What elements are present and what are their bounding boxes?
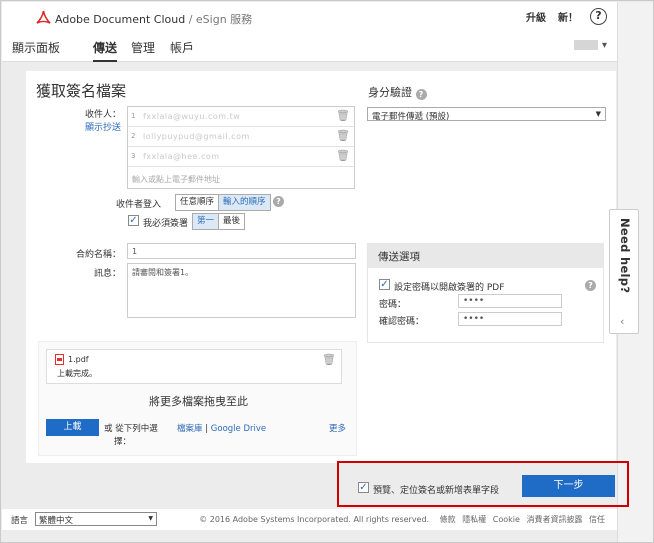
library-link[interactable]: 檔案庫 <box>177 424 203 434</box>
tab-manage[interactable]: 管理 <box>131 39 155 56</box>
send-options-panel: 傳送選項 ✓ 設定密碼以開啟簽署的 PDF ? 密碼： •••• 確認密碼： •… <box>367 243 604 343</box>
upgrade-link[interactable]: 升級 <box>526 9 546 24</box>
or-select-text: 或 從下列中選 <box>104 424 158 434</box>
recipient-row[interactable]: 3 fxxlala@hee.com 🗑 <box>128 147 354 167</box>
footer: 語言 繁體中文 ▼ © 2016 Adobe Systems Incorpora… <box>2 509 617 530</box>
language-value: 繁體中文 <box>39 516 74 526</box>
chevron-down-icon: ▾ <box>601 40 607 51</box>
trash-icon[interactable]: 🗑 <box>336 109 350 122</box>
file-name: 1.pdf <box>68 355 89 364</box>
need-help-tab[interactable]: Need help? ‹ <box>609 209 639 334</box>
chevron-left-icon[interactable]: ‹ <box>620 315 624 328</box>
or-select-text-2: 擇： <box>114 437 132 447</box>
i-must-sign-label: 我必須簽署 <box>143 219 189 229</box>
confirm-password-field[interactable]: •••• <box>458 312 562 326</box>
question-icon[interactable]: ? <box>273 196 284 207</box>
language-select[interactable]: 繁體中文 ▼ <box>35 512 157 526</box>
show-cc-link[interactable]: 顯示抄送 <box>66 120 121 133</box>
recipient-number: 1 <box>131 112 136 120</box>
signing-order-label: 收件者登入 <box>116 200 162 210</box>
tab-dashboard[interactable]: 顯示面板 <box>12 39 60 56</box>
tab-send[interactable]: 傳送 <box>93 39 117 56</box>
whats-new-link[interactable]: 新！ <box>558 9 578 24</box>
next-button[interactable]: 下一步 <box>522 475 615 497</box>
question-icon[interactable]: ? <box>585 280 596 291</box>
terms-link[interactable]: 條款 <box>440 515 456 524</box>
recipient-email[interactable]: fxxlala@wuyu.com.tw <box>143 112 240 121</box>
recipient-number: 3 <box>131 152 136 160</box>
auth-title-text: 身分驗證 <box>368 86 412 99</box>
title-separator: / <box>185 13 196 26</box>
trash-icon[interactable]: 🗑 <box>336 129 350 142</box>
help-icon[interactable]: ? <box>590 8 607 25</box>
tab-account[interactable]: 帳戶 <box>170 39 194 56</box>
message-label: 訊息： <box>93 269 121 279</box>
send-options-title: 傳送選項 <box>368 244 603 268</box>
source-links: 檔案庫 | Google Drive <box>177 422 266 434</box>
sign-position-toggle: 第一 最後 <box>192 213 246 230</box>
auth-method-select[interactable]: 電子郵件傳遞 (預設) ▼ <box>367 107 606 122</box>
privacy-link[interactable]: 隱私權 <box>462 515 486 524</box>
preview-checkbox[interactable]: ✓ <box>358 482 369 493</box>
drag-drop-text: 將更多檔案拖曳至此 <box>149 395 248 408</box>
app-window: Adobe Document Cloud / eSign 服務 升級 新！ ? … <box>0 0 654 543</box>
chevron-down-icon: ▼ <box>595 110 601 118</box>
upload-button[interactable]: 上載 <box>46 419 99 436</box>
consumer-disclosure-link[interactable]: 消費者資訊披露 <box>526 515 582 524</box>
trust-link[interactable]: 信任 <box>589 515 605 524</box>
sign-last-button[interactable]: 最後 <box>218 214 244 229</box>
recipients-label: 收件人： <box>84 110 121 120</box>
agreement-name-field[interactable]: 1 <box>127 243 356 259</box>
cookie-link[interactable]: Cookie <box>493 515 520 524</box>
password-label: 密碼： <box>379 300 407 310</box>
order-any-button[interactable]: 任意順序 <box>176 195 218 210</box>
google-drive-link[interactable]: Google Drive <box>211 424 266 434</box>
nav-bar: 顯示面板 傳送 管理 帳戶 ▾ <box>2 32 617 62</box>
app-title: Adobe Document Cloud / eSign 服務 <box>55 11 252 27</box>
upload-status: 上載完成。 <box>57 369 97 378</box>
file-upload-area[interactable]: 1.pdf 上載完成。 🗑 將更多檔案拖曳至此 上載 或 從下列中選 擇： 檔案… <box>38 341 357 456</box>
password-field[interactable]: •••• <box>458 294 562 308</box>
confirm-password-label: 確認密碼： <box>379 317 425 327</box>
footer-links: © 2016 Adobe Systems Incorporated. All r… <box>195 514 605 525</box>
signing-order-toggle: 任意順序 輸入的順序 <box>175 194 271 211</box>
recipient-row[interactable]: 2 lollypuypud@gmail.com 🗑 <box>128 127 354 147</box>
link-separator: | <box>202 424 211 434</box>
password-protect-label: 設定密碼以開啟簽署的 PDF <box>394 283 505 293</box>
recipient-row[interactable]: 1 fxxlala@wuyu.com.tw 🗑 <box>128 107 354 127</box>
file-card: 1.pdf 上載完成。 🗑 <box>46 349 342 384</box>
auth-method-value: 電子郵件傳遞 (預設) <box>372 112 450 122</box>
trash-icon[interactable]: 🗑 <box>322 353 336 366</box>
copyright-text: © 2016 Adobe Systems Incorporated. All r… <box>199 515 430 524</box>
question-icon[interactable]: ? <box>415 89 427 100</box>
need-help-label: Need help? <box>618 218 632 294</box>
chevron-down-icon: ▼ <box>148 515 153 522</box>
page-title: 獲取簽名檔案 <box>36 82 127 100</box>
recipient-input[interactable]: 輸入或點上電子郵件地址 <box>132 174 220 185</box>
i-must-sign-checkbox[interactable]: ✓ <box>128 215 139 226</box>
pdf-icon <box>55 354 64 365</box>
more-link[interactable]: 更多 <box>329 422 346 434</box>
message-field[interactable]: 請審閱和簽署1。 <box>127 263 356 318</box>
password-protect-checkbox[interactable]: ✓ <box>379 279 390 290</box>
brand-name: Adobe Document Cloud <box>55 13 186 26</box>
service-name: eSign 服務 <box>195 13 253 26</box>
active-tab-indicator <box>93 60 117 62</box>
avatar <box>573 40 598 50</box>
recipient-email[interactable]: lollypuypud@gmail.com <box>143 132 250 141</box>
language-label: 語言 <box>11 516 29 526</box>
trash-icon[interactable]: 🗑 <box>336 149 350 162</box>
identity-verification-title: 身分驗證 ? <box>368 84 427 100</box>
top-bar: Adobe Document Cloud / eSign 服務 升級 新！ ? <box>2 2 617 32</box>
recipient-email[interactable]: fxxlala@hee.com <box>143 152 220 161</box>
adobe-logo-icon[interactable] <box>36 10 51 26</box>
recipients-box: 1 fxxlala@wuyu.com.tw 🗑 2 lollypuypud@gm… <box>127 106 355 189</box>
order-entered-button[interactable]: 輸入的順序 <box>218 195 270 210</box>
sign-first-button[interactable]: 第一 <box>193 214 219 229</box>
user-menu[interactable]: ▾ <box>573 40 607 51</box>
agreement-name-label: 合約名稱： <box>75 250 121 260</box>
send-form-panel: 獲取簽名檔案 收件人： 顯示抄送 1 fxxlala@wuyu.com.tw 🗑… <box>26 71 616 463</box>
preview-label: 預覽、定位簽名或新增表單字段 <box>373 486 500 496</box>
recipient-number: 2 <box>131 132 136 140</box>
